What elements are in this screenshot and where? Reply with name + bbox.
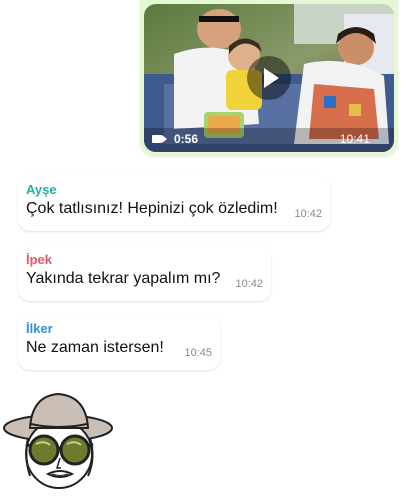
message-text: Ne zaman istersen! xyxy=(26,339,164,356)
outgoing-video-message[interactable]: 0:56 10:41 ✓✓ xyxy=(140,0,398,156)
message-text: Yakında tekrar yapalım mı? xyxy=(26,270,221,287)
sticker-hat-sunglasses-icon xyxy=(3,392,113,489)
double-check-icon: ✓✓ xyxy=(373,132,390,146)
chat-thread: 0:56 10:41 ✓✓ Ayşe Çok tatlısınız! Hepin… xyxy=(0,0,414,496)
message-time: 10:42 xyxy=(294,208,322,220)
video-time-label: 10:41 xyxy=(339,132,370,146)
video-duration: 0:56 xyxy=(152,131,198,147)
video-camera-icon xyxy=(152,135,167,143)
video-duration-label: 0:56 xyxy=(174,132,199,146)
sticker-avatar[interactable] xyxy=(0,388,116,492)
video-timestamp: 10:41 ✓✓ xyxy=(339,131,390,147)
video-thumbnail[interactable]: 0:56 10:41 ✓✓ xyxy=(144,4,394,152)
message-sender[interactable]: İlker xyxy=(26,321,53,336)
message-sender[interactable]: İpek xyxy=(26,252,52,267)
play-button[interactable] xyxy=(247,56,291,100)
incoming-message[interactable]: Ayşe Çok tatlısınız! Hepinizi çok özledi… xyxy=(18,176,330,231)
incoming-message[interactable]: İpek Yakında tekrar yapalım mı? 10:42 xyxy=(18,246,271,301)
incoming-message[interactable]: İlker Ne zaman istersen! 10:45 xyxy=(18,315,220,370)
message-text: Çok tatlısınız! Hepinizi çok özledim! xyxy=(26,200,278,217)
message-time: 10:45 xyxy=(184,347,212,359)
message-sender[interactable]: Ayşe xyxy=(26,182,57,197)
message-time: 10:42 xyxy=(235,278,263,290)
